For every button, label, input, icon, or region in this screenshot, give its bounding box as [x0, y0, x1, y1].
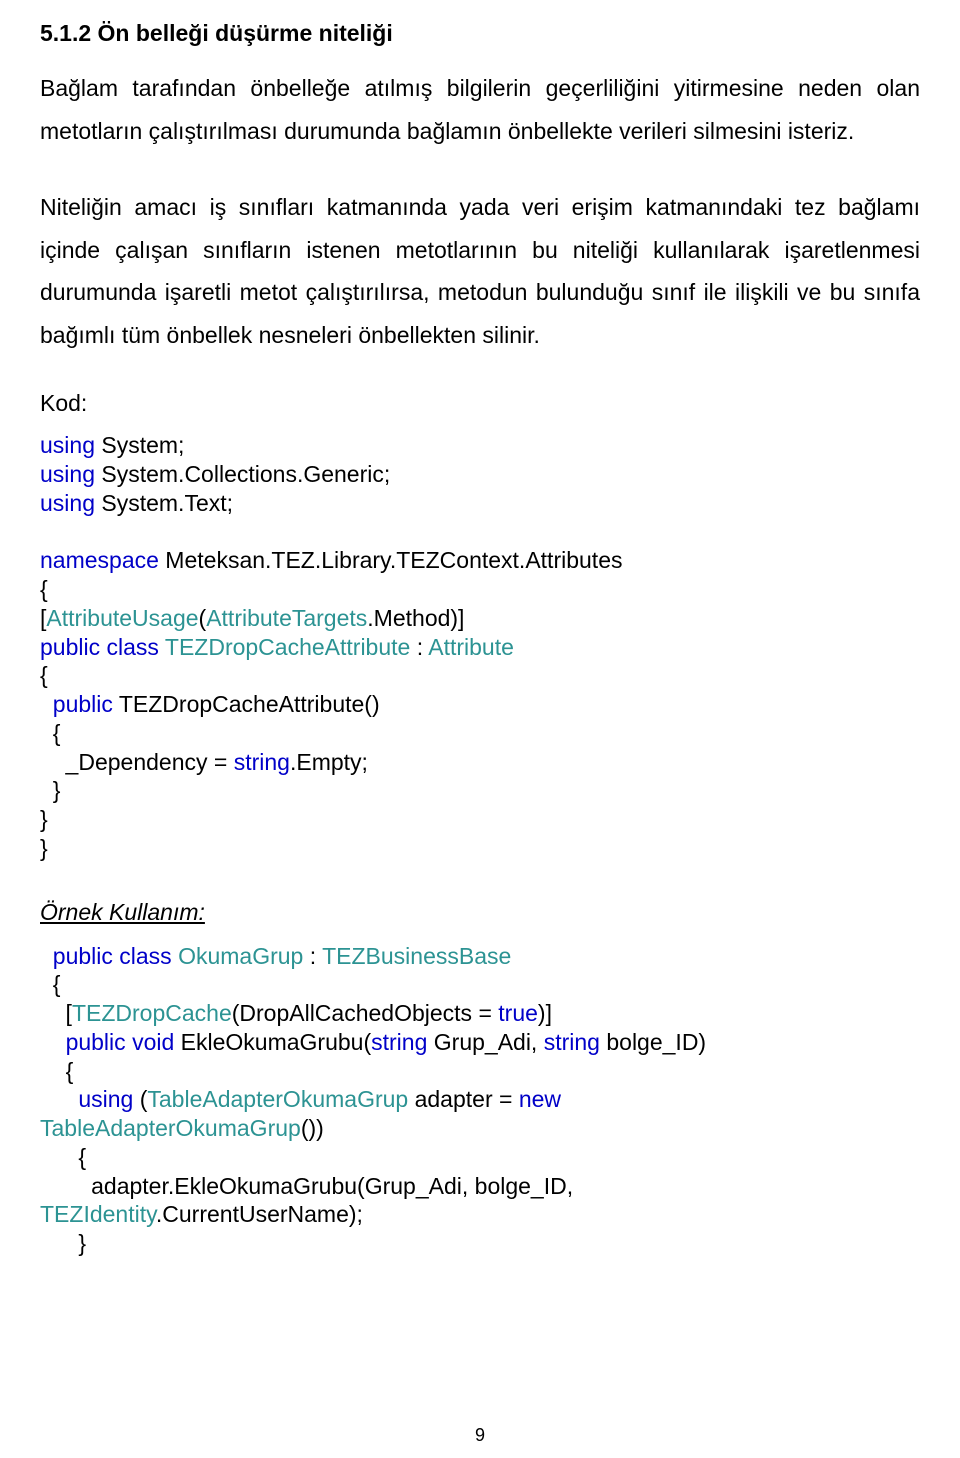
txt-system-collections: System.Collections.Generic; — [95, 461, 390, 487]
txt-system: System; — [95, 432, 184, 458]
type-attribute: Attribute — [428, 634, 514, 660]
ekle-name: EkleOkumaGrubu( — [174, 1029, 371, 1055]
txt-system-text: System.Text; — [95, 490, 233, 516]
kw-void: void — [132, 1029, 174, 1055]
kw-using: using — [40, 461, 95, 487]
brace: { — [53, 971, 61, 997]
kw-true: true — [498, 1000, 538, 1026]
kw-string: string — [234, 749, 290, 775]
code-block-1: using System; using System.Collections.G… — [40, 431, 920, 862]
code-block-2: public class OkumaGrup : TEZBusinessBase… — [40, 942, 920, 1258]
type-okuma-grup: OkumaGrup — [178, 943, 303, 969]
kw-namespace: namespace — [40, 547, 159, 573]
current-un: .CurrentUserName); — [156, 1201, 363, 1227]
colon: : — [410, 634, 428, 660]
kw-new: new — [519, 1086, 561, 1112]
kw-using: using — [40, 490, 95, 516]
paragraph-1: Bağlam tarafından önbelleğe atılmış bilg… — [40, 67, 920, 152]
drop-all: (DropAllCachedObjects = — [232, 1000, 499, 1026]
brace: { — [66, 1058, 74, 1084]
kw-string: string — [371, 1029, 427, 1055]
brace: { — [40, 576, 48, 602]
brace: { — [53, 720, 61, 746]
type-tez-dropcache: TEZDropCache — [72, 1000, 232, 1026]
example-label: Örnek Kullanım: — [40, 899, 920, 926]
code-label: Kod: — [40, 390, 920, 417]
bolge-id: bolge_ID) — [600, 1029, 706, 1055]
type-ta-ctor: TableAdapterOkumaGrup — [40, 1115, 301, 1141]
txt-method: .Method)] — [367, 605, 464, 631]
page-number: 9 — [0, 1425, 960, 1446]
empty: .Empty; — [290, 749, 368, 775]
kw-public: public — [53, 691, 113, 717]
kw-public: public — [53, 943, 113, 969]
brace: } — [53, 777, 61, 803]
paragraph-2: Niteliğin amacı iş sınıfları katmanında … — [40, 186, 920, 356]
brace: { — [40, 662, 48, 688]
colon: : — [303, 943, 322, 969]
txt-namespace: Meteksan.TEZ.Library.TEZContext.Attribut… — [159, 547, 623, 573]
kw-using: using — [40, 432, 95, 458]
type-attribute-usage: AttributeUsage — [46, 605, 198, 631]
brace: } — [40, 806, 48, 832]
dep-line: _Dependency = — [40, 749, 234, 775]
type-tez-drop: TEZDropCacheAttribute — [165, 634, 410, 660]
section-heading: 5.1.2 Ön belleği düşürme niteliği — [40, 20, 920, 47]
kw-public: public — [66, 1029, 126, 1055]
type-attribute-targets: AttributeTargets — [206, 605, 367, 631]
kw-string: string — [544, 1029, 600, 1055]
type-table-adapter: TableAdapterOkumaGrup — [147, 1086, 408, 1112]
brace: { — [78, 1144, 86, 1170]
kw-using: using — [78, 1086, 133, 1112]
kw-class: class — [107, 634, 159, 660]
type-tez-identity: TEZIdentity — [40, 1201, 156, 1227]
kw-public: public — [40, 634, 100, 660]
ctor-name: TEZDropCacheAttribute() — [113, 691, 380, 717]
grup-adi: Grup_Adi, — [427, 1029, 543, 1055]
ctor-parens: ()) — [301, 1115, 324, 1141]
kw-class: class — [119, 943, 171, 969]
brace: } — [78, 1230, 86, 1256]
type-tez-bb: TEZBusinessBase — [322, 943, 511, 969]
close-attr: )] — [538, 1000, 552, 1026]
brace: } — [40, 835, 48, 861]
adapter-eq: adapter = — [408, 1086, 519, 1112]
adapter-call: adapter.EkleOkumaGrubu(Grup_Adi, bolge_I… — [40, 1173, 573, 1199]
